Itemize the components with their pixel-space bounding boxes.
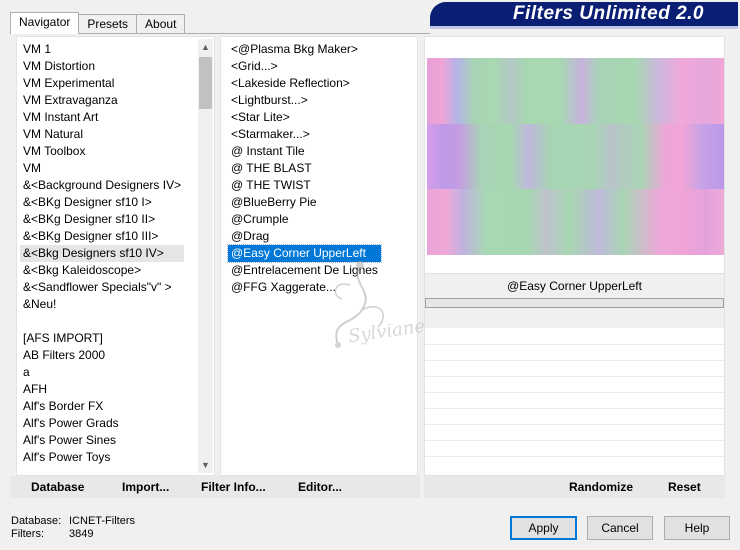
filter-list-item[interactable]: <Lakeside Reflection> xyxy=(228,75,381,92)
database-button[interactable]: Database xyxy=(31,480,84,494)
randomize-button[interactable]: Randomize xyxy=(569,480,633,494)
filter-list-item[interactable]: @ THE TWIST xyxy=(228,177,381,194)
category-list-item[interactable]: &<BKg Designer sf10 I> xyxy=(20,194,184,211)
filter-items: <@Plasma Bkg Maker> <Grid...> <Lakeside Re… xyxy=(227,41,382,296)
editor-button[interactable]: Editor... xyxy=(298,480,342,494)
preview-button-bar: Randomize Reset xyxy=(424,476,725,498)
filter-list-item[interactable]: @Entrelacement De Lignes xyxy=(228,262,381,279)
category-list-item[interactable]: VM 1 xyxy=(20,41,184,58)
brand-title: Filters Unlimited 2.0 xyxy=(512,3,704,24)
database-value: ICNET-Filters xyxy=(69,515,135,527)
category-list-item[interactable]: &<Sandflower Specials"v" > xyxy=(20,279,184,296)
import-button[interactable]: Import... xyxy=(122,480,169,494)
category-list-item[interactable]: a xyxy=(20,364,184,381)
filter-list-item[interactable]: @Easy Corner UpperLeft xyxy=(227,244,382,263)
category-list-item[interactable]: VM Distortion xyxy=(20,58,184,75)
category-list-item[interactable]: &<Bkg Kaleidoscope> xyxy=(20,262,184,279)
preview-image xyxy=(427,58,724,255)
filter-list-item[interactable]: @BlueBerry Pie xyxy=(228,194,381,211)
tab-strip: Navigator Presets About xyxy=(10,12,186,34)
category-list-item[interactable]: [AFS IMPORT] xyxy=(20,330,184,347)
database-label: Database: xyxy=(11,515,62,527)
category-list-item[interactable]: Alf's Border FX xyxy=(20,398,184,415)
filters-count-value: 3849 xyxy=(69,528,94,540)
filter-list-item[interactable]: @ THE BLAST xyxy=(228,160,381,177)
filter-list-item[interactable]: @Crumple xyxy=(228,211,381,228)
category-list-item[interactable]: &<BKg Designer sf10 II> xyxy=(20,211,184,228)
category-scrollbar[interactable]: ▲ ▼ xyxy=(198,39,213,473)
filter-list-item[interactable]: <Star Lite> xyxy=(228,109,381,126)
category-list-item[interactable]: VM xyxy=(20,160,184,177)
category-list-item[interactable]: &<BKg Designer sf10 III> xyxy=(20,228,184,245)
preview-panel: @Easy Corner UpperLeft xyxy=(424,36,725,476)
category-list-item[interactable]: VM Natural xyxy=(20,126,184,143)
filter-list-item[interactable]: <Starmaker...> xyxy=(228,126,381,143)
tab-presets[interactable]: Presets xyxy=(78,14,138,34)
category-items: VM 1 VM Distortion VM Experimental VM Extra… xyxy=(20,41,185,466)
brand-banner: Filters Unlimited 2.0 xyxy=(430,2,738,26)
category-list-item[interactable]: AFH xyxy=(20,381,184,398)
category-list-item[interactable]: VM Instant Art xyxy=(20,109,184,126)
category-list-item[interactable]: &<Bkg Designers sf10 IV> xyxy=(20,245,185,262)
apply-button[interactable]: Apply xyxy=(510,516,577,540)
selected-filter-name: @Easy Corner UpperLeft xyxy=(425,273,724,299)
filter-list-item[interactable]: @ Instant Tile xyxy=(228,143,381,160)
scroll-up-arrow-icon[interactable]: ▲ xyxy=(198,39,213,55)
filter-list-item[interactable]: @FFG Xaggerate... xyxy=(228,279,381,296)
filter-list-item[interactable]: <Lightburst...> xyxy=(228,92,381,109)
parameter-area xyxy=(425,329,724,457)
tab-navigator[interactable]: Navigator xyxy=(10,12,80,34)
status-info: Database: ICNET-Filters Filters: 3849 xyxy=(11,515,135,541)
category-list-item[interactable]: VM Extravaganza xyxy=(20,92,184,109)
tab-about[interactable]: About xyxy=(136,14,186,34)
category-list-item[interactable]: Alf's Power Grads xyxy=(20,415,184,432)
scroll-down-arrow-icon[interactable]: ▼ xyxy=(198,457,213,473)
category-list[interactable]: VM 1 VM Distortion VM Experimental VM Extra… xyxy=(16,36,215,476)
filter-list-item[interactable]: @Drag xyxy=(228,228,381,245)
cancel-button[interactable]: Cancel xyxy=(587,516,653,540)
category-list-item[interactable] xyxy=(20,313,184,330)
category-list-item[interactable]: &<Background Designers IV> xyxy=(20,177,184,194)
progress-bar xyxy=(425,298,724,308)
category-list-item[interactable]: AB Filters 2000 xyxy=(20,347,184,364)
reset-button[interactable]: Reset xyxy=(668,480,701,494)
filter-list-item[interactable]: <@Plasma Bkg Maker> xyxy=(228,41,381,58)
category-list-item[interactable]: &Neu! xyxy=(20,296,184,313)
filter-info-button[interactable]: Filter Info... xyxy=(201,480,266,494)
filter-list-item[interactable]: <Grid...> xyxy=(228,58,381,75)
category-list-item[interactable]: Alf's Power Sines xyxy=(20,432,184,449)
filter-list[interactable]: <@Plasma Bkg Maker> <Grid...> <Lakeside Re… xyxy=(220,36,418,476)
help-button[interactable]: Help xyxy=(664,516,730,540)
filters-count-label: Filters: xyxy=(11,528,44,540)
list-button-bar: Database Import... Filter Info... Editor… xyxy=(10,476,420,498)
category-list-item[interactable]: VM Experimental xyxy=(20,75,184,92)
progress-area xyxy=(425,298,724,328)
category-list-item[interactable]: VM Toolbox xyxy=(20,143,184,160)
category-list-item[interactable]: Alf's Power Toys xyxy=(20,449,184,466)
scrollbar-thumb[interactable] xyxy=(199,57,212,109)
